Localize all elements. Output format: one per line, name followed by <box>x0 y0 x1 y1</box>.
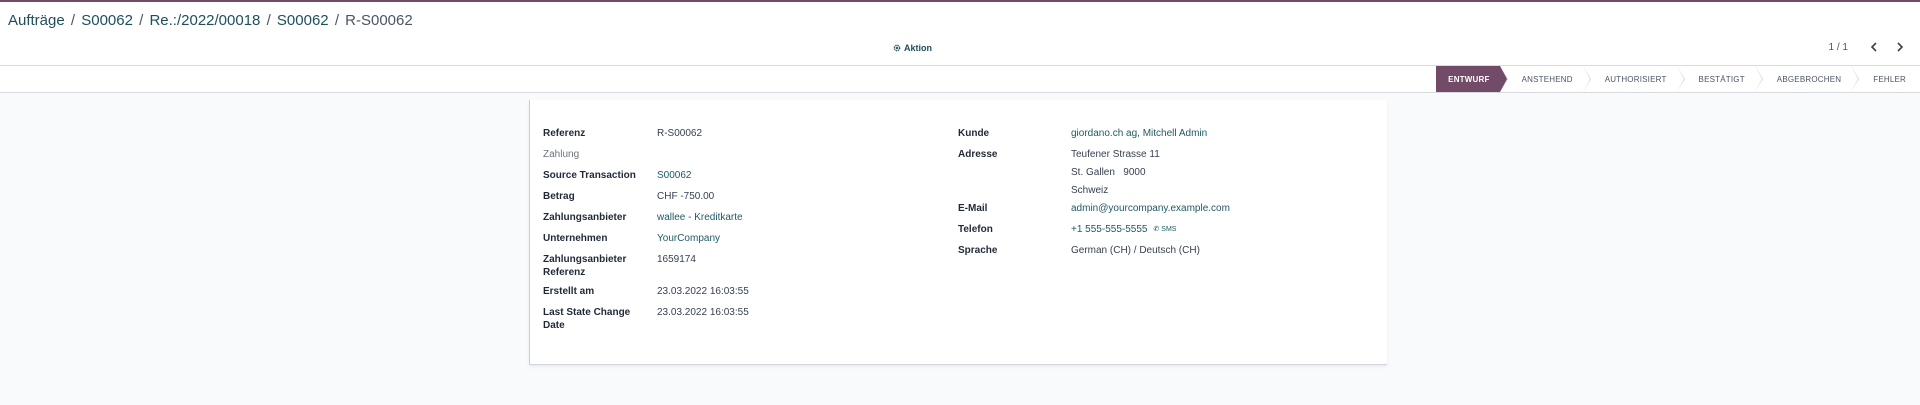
field-label: Zahlung <box>543 149 580 160</box>
stage-anstehend[interactable]: ANSTEHEND <box>1499 66 1591 92</box>
field-label: E-Mail <box>958 203 988 214</box>
address-city: St. Gallen <box>1071 167 1115 178</box>
stage-abgebrochen[interactable]: ABGEBROCHEN <box>1754 66 1860 92</box>
field-label: Telefon <box>958 224 993 235</box>
field-referenz: Referenz R-S00062 <box>543 127 943 148</box>
field-label-line: Last State Change <box>543 307 631 318</box>
stage-authorisiert[interactable]: AUTHORISIERT <box>1582 66 1685 92</box>
field-label: Source Transaction <box>543 170 636 181</box>
pager: 1 / 1 <box>1829 41 1906 53</box>
field-label-line: Zahlungsanbieter <box>543 254 627 265</box>
field-zahlungsanbieter-referenz: Zahlungsanbieter Referenz 1659174 <box>543 253 943 285</box>
address-zip: 9000 <box>1123 167 1146 178</box>
address-street: Teufener Strasse 11 <box>1071 149 1160 160</box>
breadcrumb-item-order[interactable]: S00062 <box>81 12 133 29</box>
action-menu-label: Aktion <box>904 43 932 53</box>
stage-entwurf[interactable]: ENTWURF <box>1436 66 1509 92</box>
breadcrumb-item-invoice[interactable]: Re.:/2022/00018 <box>149 12 260 29</box>
field-value: German (CH) / Deutsch (CH) <box>1071 245 1200 256</box>
field-last-state-change: Last State Change Date 23.03.2022 16:03:… <box>543 306 943 338</box>
customer-link[interactable]: giordano.ch ag, Mitchell Admin <box>1071 127 1207 148</box>
breadcrumb: Aufträge / S00062 / Re.:/2022/00018 / S0… <box>8 12 413 29</box>
gear-icon <box>893 44 901 52</box>
field-zahlungsanbieter: Zahlungsanbieter wallee - Kreditkarte <box>543 211 943 232</box>
field-label: Zahlungsanbieter <box>543 212 627 223</box>
phone-link[interactable]: +1 555-555-5555 <box>1071 223 1147 244</box>
field-erstellt-am: Erstellt am 23.03.2022 16:03:55 <box>543 285 943 306</box>
company-link[interactable]: YourCompany <box>657 232 720 253</box>
action-menu-button[interactable]: Aktion <box>893 43 932 53</box>
field-kunde: Kunde giordano.ch ag, Mitchell Admin <box>958 127 1378 148</box>
field-label: Referenz <box>543 128 586 139</box>
address-country: Schweiz <box>1071 185 1109 196</box>
field-value: 1659174 <box>657 254 696 265</box>
breadcrumb-item-auftraege[interactable]: Aufträge <box>8 12 65 29</box>
breadcrumb-separator: / <box>70 12 76 29</box>
sms-label: SMS <box>1161 226 1177 233</box>
address-block: Teufener Strasse 11 St. Gallen 9000 Schw… <box>1071 146 1160 202</box>
field-label: Erstellt am <box>543 286 595 297</box>
pager-previous-button[interactable] <box>1868 41 1880 53</box>
field-betrag: Betrag CHF -750.00 <box>543 190 943 211</box>
field-unternehmen: Unternehmen YourCompany <box>543 232 943 253</box>
field-zahlung: Zahlung <box>543 148 943 169</box>
status-row: ENTWURF ANSTEHEND AUTHORISIERT BESTÄTIGT… <box>0 66 1920 93</box>
form-sheet: Referenz R-S00062 Zahlung Source Transac… <box>529 100 1387 365</box>
field-label: Betrag <box>543 191 575 202</box>
field-value: CHF -750.00 <box>657 191 715 202</box>
field-value: 23.03.2022 16:03:55 <box>657 286 749 297</box>
breadcrumb-separator: / <box>139 12 144 29</box>
pager-value[interactable]: 1 / 1 <box>1829 42 1848 53</box>
field-label: Zahlungsanbieter Referenz <box>543 253 657 285</box>
chevron-left-icon <box>1870 42 1877 52</box>
field-sprache: Sprache German (CH) / Deutsch (CH) <box>958 244 1378 265</box>
payment-provider-link[interactable]: wallee - Kreditkarte <box>657 211 743 232</box>
field-label: Kunde <box>958 128 990 139</box>
pager-next-button[interactable] <box>1894 41 1906 53</box>
stage-fehler[interactable]: FEHLER <box>1851 66 1920 92</box>
form-right-column: Kunde giordano.ch ag, Mitchell Admin Adr… <box>958 127 1378 265</box>
source-transaction-link[interactable]: S00062 <box>657 169 691 190</box>
breadcrumb-current: R-S00062 <box>345 12 413 29</box>
stage-bestaetigt[interactable]: BESTÄTIGT <box>1676 66 1764 92</box>
chevron-right-icon <box>1897 42 1904 52</box>
statusbar: ENTWURF ANSTEHEND AUTHORISIERT BESTÄTIGT… <box>1436 66 1920 92</box>
breadcrumb-item-order-2[interactable]: S00062 <box>277 12 329 29</box>
field-value: R-S00062 <box>657 128 703 139</box>
field-email: E-Mail admin@yourcompany.example.com <box>958 202 1378 223</box>
field-label: Adresse <box>958 149 998 160</box>
field-label-line: Date <box>543 320 565 331</box>
field-label-line: Referenz <box>543 267 586 278</box>
form-left-column: Referenz R-S00062 Zahlung Source Transac… <box>543 127 943 338</box>
field-label: Last State Change Date <box>543 306 657 338</box>
breadcrumb-separator: / <box>266 12 271 29</box>
field-source-transaction: Source Transaction S00062 <box>543 169 943 190</box>
breadcrumb-separator: / <box>334 12 339 29</box>
field-adresse: Adresse Teufener Strasse 11 St. Gallen 9… <box>958 148 1378 202</box>
sms-button[interactable]: ✆ SMS <box>1153 223 1176 244</box>
field-value: 23.03.2022 16:03:55 <box>657 307 749 318</box>
field-label: Sprache <box>958 245 998 256</box>
email-link[interactable]: admin@yourcompany.example.com <box>1071 202 1230 223</box>
field-telefon: Telefon +1 555-555-5555 ✆ SMS <box>958 223 1378 244</box>
phone-icon: ✆ <box>1153 226 1160 233</box>
control-panel: Aufträge / S00062 / Re.:/2022/00018 / S0… <box>0 2 1920 66</box>
field-label: Unternehmen <box>543 233 608 244</box>
